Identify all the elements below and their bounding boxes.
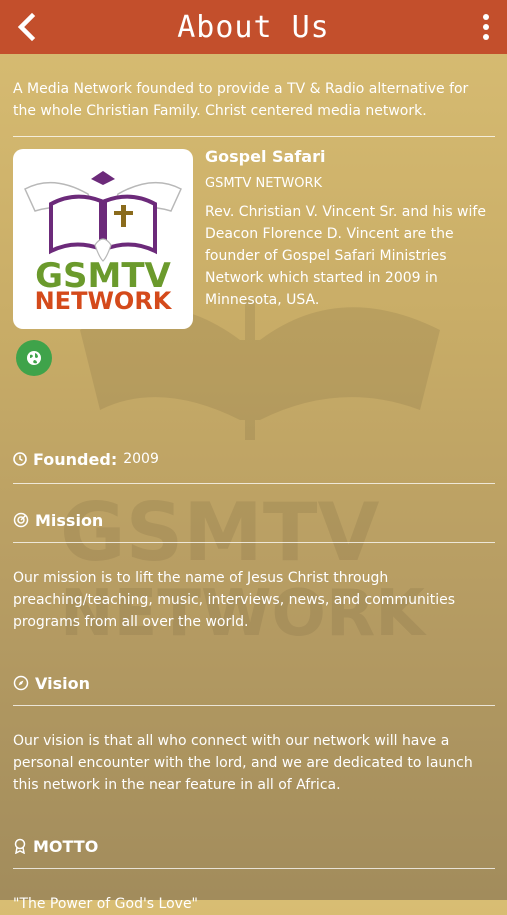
page-title: About Us: [177, 9, 330, 45]
divider: [13, 868, 495, 869]
clock-icon: [13, 452, 27, 466]
award-icon: [14, 838, 26, 854]
founded-value: 2009: [123, 451, 159, 467]
vision-heading: Vision: [13, 663, 495, 703]
target-icon: [13, 512, 29, 528]
motto-title: MOTTO: [33, 836, 99, 856]
organization-logo: GSMTV NETWORK: [13, 149, 193, 329]
motto-heading: MOTTO: [13, 826, 495, 866]
compass-icon: [13, 675, 29, 691]
divider: [13, 483, 495, 484]
mission-title: Mission: [35, 510, 104, 530]
intro-text: A Media Network founded to provide a TV …: [13, 81, 469, 119]
organization-card: GSMTV NETWORK Gospel Safari GSMTV NETWOR…: [13, 137, 495, 376]
organization-subtitle: GSMTV NETWORK: [205, 176, 323, 191]
globe-icon: [27, 351, 41, 365]
mission-heading: Mission: [13, 500, 495, 540]
motto-text: "The Power of God's Love": [13, 896, 199, 912]
website-button[interactable]: [16, 340, 52, 376]
back-button[interactable]: [12, 11, 44, 43]
divider: [13, 705, 495, 706]
mission-text: Our mission is to lift the name of Jesus…: [13, 570, 455, 630]
founded-label: Founded:: [33, 449, 118, 469]
about-content: A Media Network founded to provide a TV …: [13, 78, 495, 915]
organization-description: Rev. Christian V. Vincent Sr. and his wi…: [205, 204, 486, 308]
vision-text: Our vision is that all who connect with …: [13, 733, 473, 793]
overflow-menu-button[interactable]: [479, 12, 493, 42]
founded-row: Founded: 2009: [13, 439, 495, 479]
logo-text-bottom: NETWORK: [35, 287, 173, 315]
app-bar: About Us: [0, 0, 507, 54]
gsmtv-logo-image: GSMTV NETWORK: [24, 171, 182, 315]
divider: [13, 542, 495, 543]
overflow-menu-icon: [483, 14, 489, 40]
vision-title: Vision: [35, 673, 90, 693]
organization-name: Gospel Safari: [205, 147, 326, 166]
organization-info: Gospel Safari GSMTV NETWORK Rev. Christi…: [205, 147, 495, 311]
back-arrow-icon: [17, 12, 36, 42]
